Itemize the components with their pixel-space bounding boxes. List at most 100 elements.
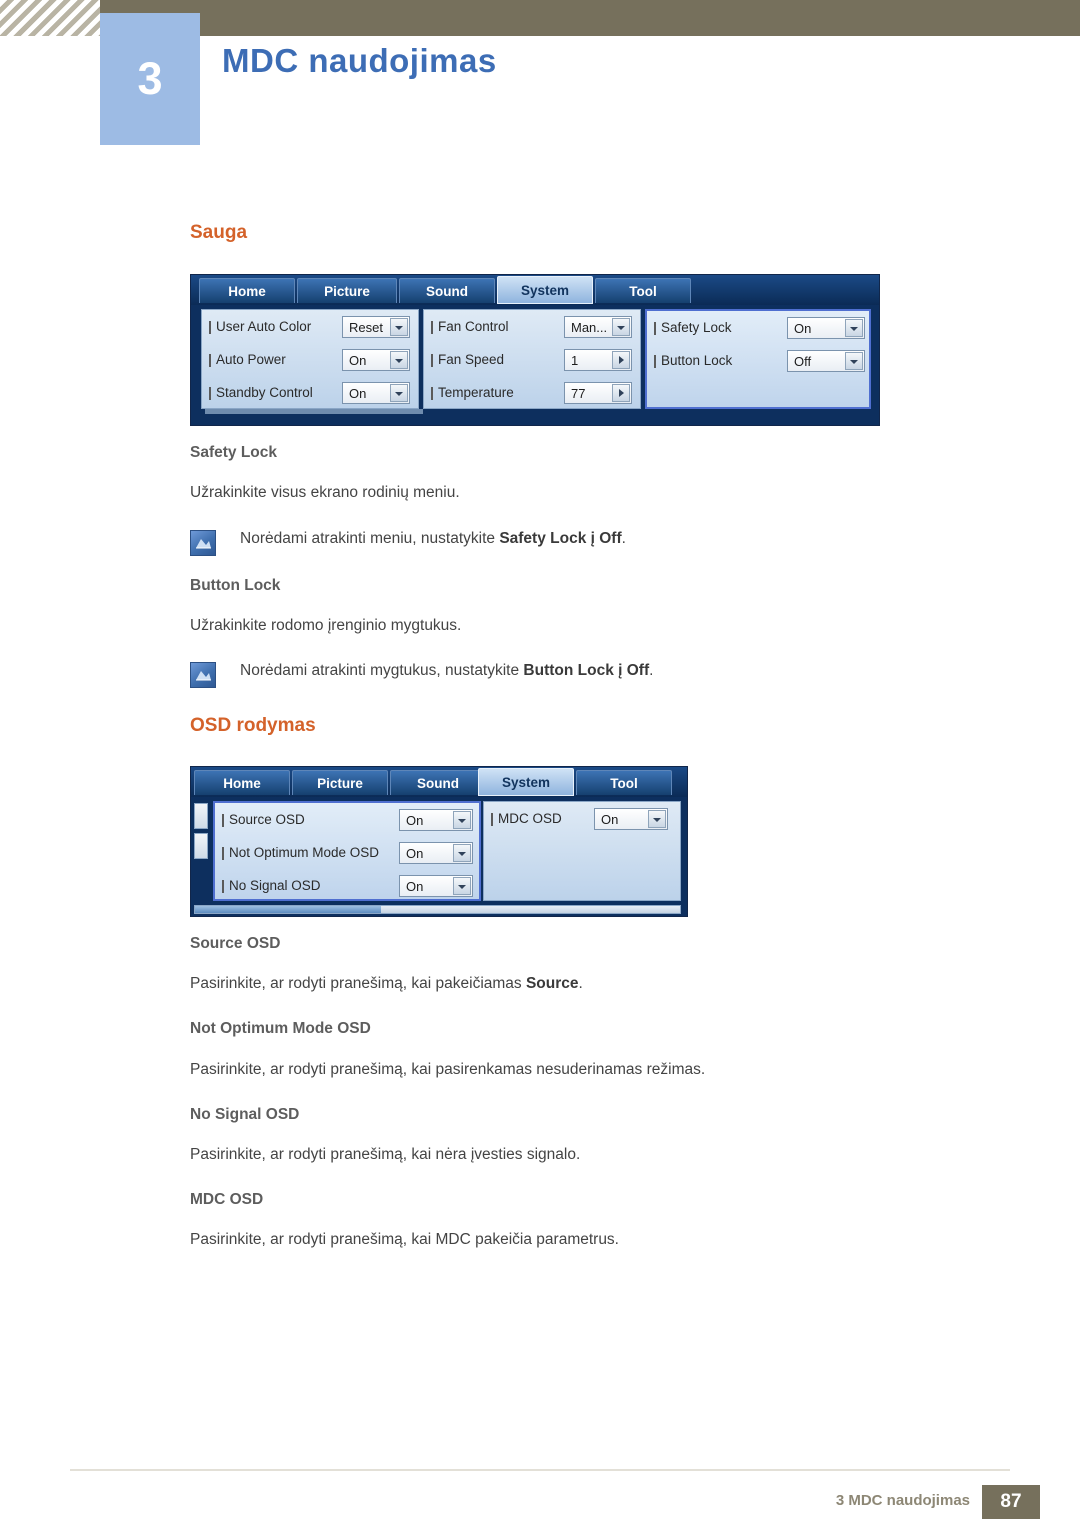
combo-no-signal-osd[interactable]: On bbox=[399, 875, 473, 897]
label-source-osd: Source OSD bbox=[222, 812, 305, 827]
label-user-auto-color: User Auto Color bbox=[208, 319, 312, 334]
section-heading-sauga: Sauga bbox=[190, 222, 248, 243]
mdc-group-mdc-osd: MDC OSD On bbox=[483, 801, 681, 901]
combo-standby-control-value: On bbox=[349, 386, 367, 401]
text-pre: Pasirinkite, ar rodyti pranešimą, kai pa… bbox=[190, 975, 526, 992]
tab-picture[interactable]: Picture bbox=[292, 770, 388, 795]
footer-chapter-label: 3 MDC naudojimas bbox=[835, 1492, 970, 1509]
tab-system[interactable]: System bbox=[478, 768, 574, 796]
mdc-group-security-selected: Safety Lock On Button Lock Off bbox=[645, 309, 871, 409]
note-icon bbox=[190, 662, 216, 688]
text-button-lock: Užrakinkite rodomo įrenginio mygtukus. bbox=[190, 617, 462, 634]
text-no-signal-osd: Pasirinkite, ar rodyti pranešimą, kai nė… bbox=[190, 1146, 581, 1163]
scrollbar-thumb[interactable] bbox=[195, 906, 381, 913]
chevron-down-icon[interactable] bbox=[453, 844, 471, 862]
chevron-down-icon[interactable] bbox=[390, 318, 408, 336]
combo-source-osd[interactable]: On bbox=[399, 809, 473, 831]
subheading-no-signal-osd: No Signal OSD bbox=[190, 1106, 300, 1123]
combo-fan-control[interactable]: Man... bbox=[564, 316, 632, 338]
text-mdc-osd: Pasirinkite, ar rodyti pranešimą, kai MD… bbox=[190, 1231, 619, 1248]
note-bold: Button Lock į Off bbox=[523, 662, 650, 679]
page-number: 87 bbox=[982, 1485, 1040, 1519]
combo-safety-lock-value: On bbox=[794, 321, 812, 336]
label-not-optimum-mode-osd: Not Optimum Mode OSD bbox=[221, 845, 380, 860]
note-bold: Safety Lock į Off bbox=[499, 530, 622, 547]
combo-not-optimum-mode-osd[interactable]: On bbox=[399, 842, 473, 864]
chapter-number: 3 bbox=[137, 53, 163, 104]
spinner-fan-speed[interactable]: 1 bbox=[564, 349, 632, 371]
subheading-safety-lock: Safety Lock bbox=[190, 444, 278, 461]
chevron-down-icon[interactable] bbox=[453, 811, 471, 829]
mdc-system-osd-panel: Home Picture Sound System Tool Source OS… bbox=[190, 766, 688, 917]
label-no-signal-osd: No Signal OSD bbox=[222, 878, 321, 893]
combo-mdc-osd[interactable]: On bbox=[594, 808, 668, 830]
panel-shadow-left bbox=[205, 409, 423, 414]
chevron-down-icon[interactable] bbox=[845, 352, 863, 370]
combo-user-auto-color[interactable]: Reset bbox=[342, 316, 410, 338]
note-post: . bbox=[649, 662, 654, 679]
text-bold: Source bbox=[525, 975, 579, 992]
combo-button-lock-value: Off bbox=[794, 354, 812, 369]
tab-sound[interactable]: Sound bbox=[399, 278, 495, 303]
chevron-down-icon[interactable] bbox=[390, 384, 408, 402]
scroll-stub-upper[interactable] bbox=[194, 803, 208, 829]
chevron-down-icon[interactable] bbox=[390, 351, 408, 369]
note-icon bbox=[190, 530, 216, 556]
combo-source-osd-value: On bbox=[406, 813, 424, 828]
note-post: . bbox=[621, 530, 626, 547]
chevron-down-icon[interactable] bbox=[453, 877, 471, 895]
tab-sound[interactable]: Sound bbox=[390, 770, 486, 795]
tab-home[interactable]: Home bbox=[194, 770, 290, 795]
combo-no-signal-osd-value: On bbox=[406, 879, 424, 894]
mdc-tab-bar: Home Picture Sound System Tool bbox=[191, 767, 687, 797]
combo-user-auto-color-value: Reset bbox=[349, 320, 383, 335]
label-fan-speed: Fan Speed bbox=[430, 352, 505, 367]
tab-tool[interactable]: Tool bbox=[576, 770, 672, 795]
mdc-group-system-middle: Fan Control Man... Fan Speed 1 Temperatu… bbox=[423, 309, 641, 409]
combo-button-lock[interactable]: Off bbox=[787, 350, 865, 372]
combo-mdc-osd-value: On bbox=[601, 812, 619, 827]
tab-picture[interactable]: Picture bbox=[297, 278, 397, 303]
subheading-button-lock: Button Lock bbox=[190, 577, 281, 594]
mdc-group-system-left: User Auto Color Reset Auto Power On Stan… bbox=[201, 309, 419, 409]
label-standby-control: Standby Control bbox=[209, 385, 313, 400]
combo-fan-control-value: Man... bbox=[571, 320, 608, 335]
label-button-lock: Button Lock bbox=[653, 353, 733, 368]
spinner-temperature-value: 77 bbox=[571, 386, 586, 401]
scroll-stub-lower[interactable] bbox=[194, 833, 208, 859]
mdc-system-security-panel: Home Picture Sound System Tool User Auto… bbox=[190, 274, 880, 426]
text-source-osd: Pasirinkite, ar rodyti pranešimą, kai pa… bbox=[190, 975, 583, 993]
label-auto-power: Auto Power bbox=[209, 352, 286, 367]
note-text-button-lock: Norėdami atrakinti mygtukus, nustatykite… bbox=[240, 662, 653, 680]
combo-standby-control[interactable]: On bbox=[342, 382, 410, 404]
header-hatch-decoration bbox=[0, 0, 100, 36]
note-pre: Norėdami atrakinti mygtukus, nustatykite bbox=[240, 662, 524, 679]
arrow-right-icon[interactable] bbox=[612, 384, 630, 402]
horizontal-scrollbar[interactable] bbox=[194, 905, 681, 914]
label-fan-control: Fan Control bbox=[431, 319, 509, 334]
spinner-temperature[interactable]: 77 bbox=[564, 382, 632, 404]
chevron-down-icon[interactable] bbox=[845, 319, 863, 337]
label-temperature: Temperature bbox=[431, 385, 514, 400]
label-safety-lock: Safety Lock bbox=[654, 320, 732, 335]
subheading-not-optimum-mode-osd: Not Optimum Mode OSD bbox=[190, 1020, 371, 1037]
combo-safety-lock[interactable]: On bbox=[787, 317, 865, 339]
subheading-mdc-osd: MDC OSD bbox=[190, 1191, 264, 1208]
page-title: MDC naudojimas bbox=[222, 42, 497, 79]
arrow-right-icon[interactable] bbox=[612, 351, 630, 369]
subheading-source-osd: Source OSD bbox=[190, 935, 281, 952]
text-post: . bbox=[578, 975, 583, 992]
note-text-safety-lock: Norėdami atrakinti meniu, nustatykite Sa… bbox=[240, 530, 626, 548]
chevron-down-icon[interactable] bbox=[648, 810, 666, 828]
tab-system[interactable]: System bbox=[497, 276, 593, 304]
spinner-fan-speed-value: 1 bbox=[571, 353, 579, 368]
mdc-group-osd-selected: Source OSD On Not Optimum Mode OSD On No… bbox=[213, 801, 481, 901]
note-glyph-icon bbox=[196, 671, 211, 681]
tab-home[interactable]: Home bbox=[199, 278, 295, 303]
note-pre: Norėdami atrakinti meniu, nustatykite bbox=[240, 530, 500, 547]
note-glyph-icon bbox=[196, 539, 211, 549]
mdc-tab-bar: Home Picture Sound System Tool bbox=[191, 275, 879, 305]
combo-auto-power[interactable]: On bbox=[342, 349, 410, 371]
tab-tool[interactable]: Tool bbox=[595, 278, 691, 303]
chevron-down-icon[interactable] bbox=[612, 318, 630, 336]
